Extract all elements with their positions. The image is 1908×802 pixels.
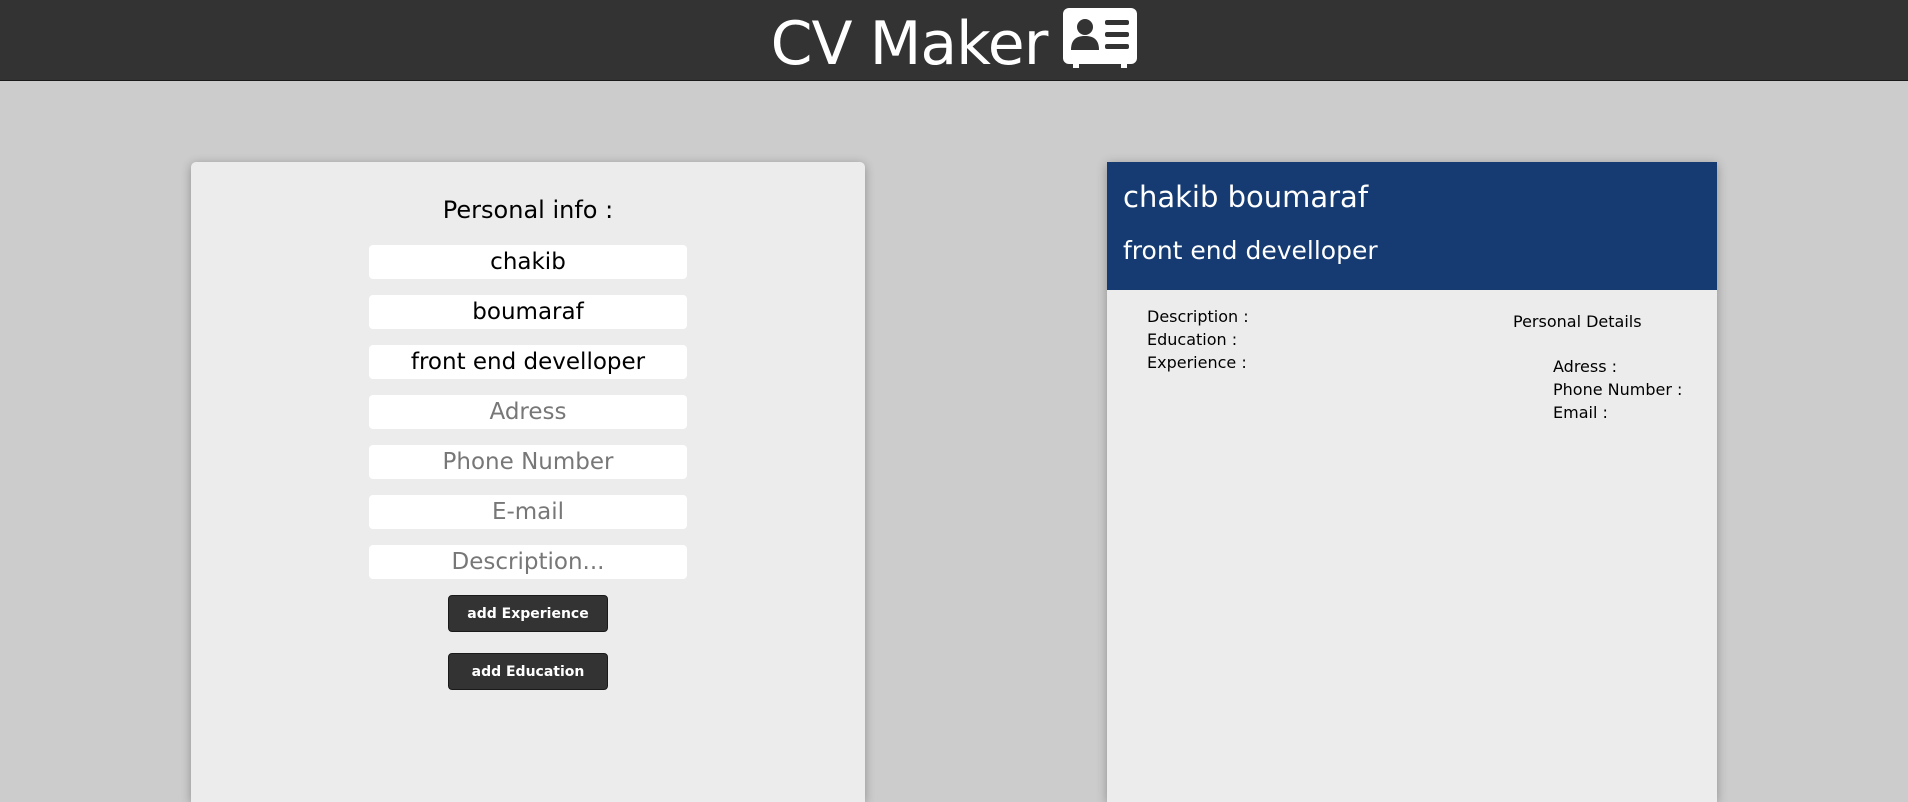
- cv-phone-label: Phone Number :: [1553, 380, 1683, 399]
- cv-email-label: Email :: [1553, 403, 1608, 422]
- add-experience-button[interactable]: add Experience: [448, 595, 608, 632]
- cv-education-label: Education :: [1147, 330, 1238, 349]
- cv-name: chakib boumaraf: [1123, 180, 1369, 214]
- personal-details-heading: Personal Details: [1513, 312, 1642, 331]
- app-header: CV Maker: [0, 0, 1908, 81]
- cv-role: front end develloper: [1123, 236, 1378, 265]
- id-card-icon: [1063, 8, 1138, 68]
- cv-preview: chakib boumaraf front end develloper Des…: [1107, 162, 1717, 802]
- address-input[interactable]: [369, 395, 687, 429]
- description-input[interactable]: [369, 545, 687, 579]
- cv-header: chakib boumaraf front end develloper: [1107, 162, 1717, 290]
- last-name-input[interactable]: [369, 295, 687, 329]
- cv-description-label: Description :: [1147, 307, 1249, 326]
- phone-input[interactable]: [369, 445, 687, 479]
- add-education-button[interactable]: add Education: [448, 653, 608, 690]
- cv-address-label: Adress :: [1553, 357, 1618, 376]
- email-input[interactable]: [369, 495, 687, 529]
- cv-experience-label: Experience :: [1147, 353, 1247, 372]
- job-title-input[interactable]: [369, 345, 687, 379]
- first-name-input[interactable]: [369, 245, 687, 279]
- app-title: CV Maker: [770, 8, 1049, 79]
- form-heading: Personal info :: [442, 196, 614, 224]
